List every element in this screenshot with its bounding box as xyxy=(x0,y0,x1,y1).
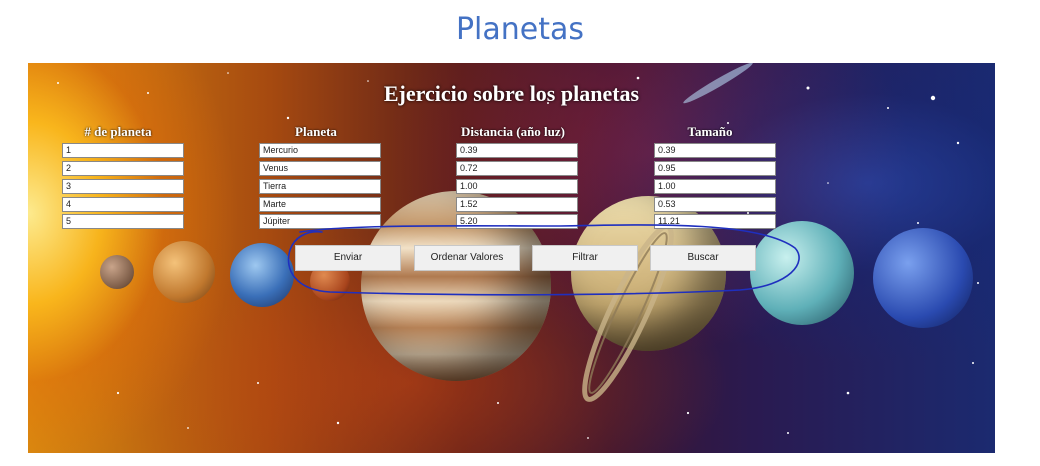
size-input[interactable]: 0.53 xyxy=(654,197,776,212)
size-input[interactable]: 1.00 xyxy=(654,179,776,194)
header-distance: Distancia (año luz) xyxy=(461,124,565,139)
planet-number-input[interactable]: 1 xyxy=(62,143,184,158)
planet-name-input[interactable]: Mercurio xyxy=(259,143,381,158)
distance-input[interactable]: 5.20 xyxy=(456,214,578,229)
app-screenshot: Ejercicio sobre los planetas # de planet… xyxy=(28,63,995,453)
planet-name-input[interactable]: Júpiter xyxy=(259,214,381,229)
distance-input[interactable]: 1.00 xyxy=(456,179,578,194)
distance-input[interactable]: 0.72 xyxy=(456,161,578,176)
app-title: Ejercicio sobre los planetas xyxy=(383,81,640,106)
size-input[interactable]: 11.21 xyxy=(654,214,776,229)
planet-name-input[interactable]: Marte xyxy=(259,197,381,212)
uranus-planet xyxy=(750,221,854,325)
header-size: Tamaño xyxy=(687,124,733,139)
planet-name-input[interactable]: Tierra xyxy=(259,179,381,194)
ordenar-valores-button[interactable]: Ordenar Valores xyxy=(414,245,520,271)
size-input[interactable]: 0.95 xyxy=(654,161,776,176)
header-planet-number: # de planeta xyxy=(84,124,152,139)
earth-planet xyxy=(230,243,294,307)
venus-planet xyxy=(153,241,215,303)
planet-number-input[interactable]: 5 xyxy=(62,214,184,229)
planet-number-input[interactable]: 2 xyxy=(62,161,184,176)
planet-number-input[interactable]: 3 xyxy=(62,179,184,194)
enviar-button[interactable]: Enviar xyxy=(295,245,401,271)
distance-input[interactable]: 1.52 xyxy=(456,197,578,212)
planet-name-input[interactable]: Venus xyxy=(259,161,381,176)
header-planet-name: Planeta xyxy=(295,124,337,139)
size-input[interactable]: 0.39 xyxy=(654,143,776,158)
distance-input[interactable]: 0.39 xyxy=(456,143,578,158)
neptune-planet xyxy=(873,228,973,328)
slide-title: Planetas xyxy=(455,12,585,47)
buscar-button[interactable]: Buscar xyxy=(650,245,756,271)
mercury-planet xyxy=(100,255,134,289)
planet-number-input[interactable]: 4 xyxy=(62,197,184,212)
filtrar-button[interactable]: Filtrar xyxy=(532,245,638,271)
saturn-ring xyxy=(582,224,674,402)
